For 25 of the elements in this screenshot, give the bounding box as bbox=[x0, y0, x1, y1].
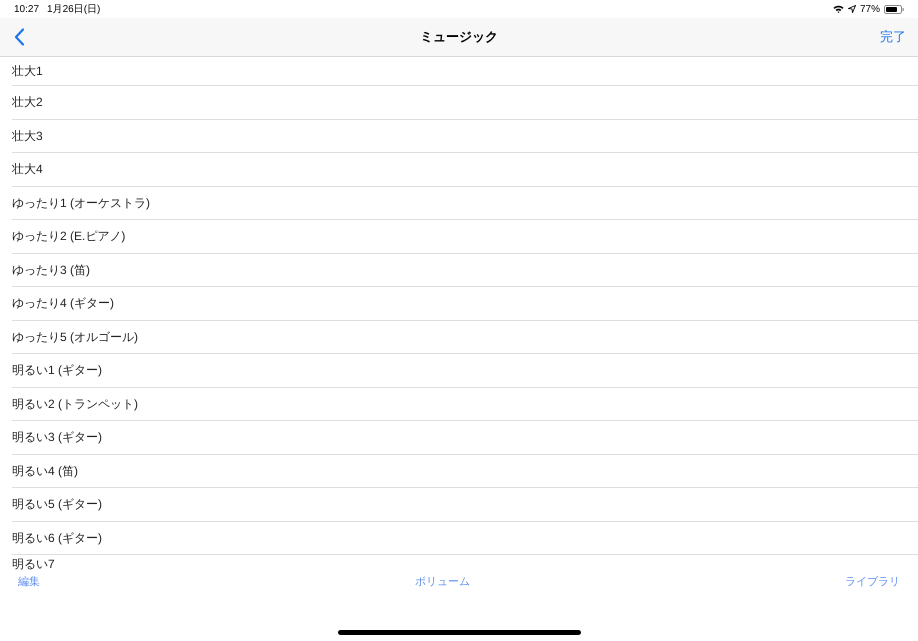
list-item[interactable]: 明るい5 (ギター) bbox=[12, 495, 102, 514]
list-item[interactable]: 明るい3 (ギター) bbox=[12, 428, 102, 446]
battery-icon bbox=[884, 4, 904, 14]
list-item[interactable]: 壮大4 bbox=[12, 160, 43, 178]
wifi-icon bbox=[832, 5, 844, 13]
list-item[interactable]: ゆったり3 (笛) bbox=[12, 260, 90, 279]
list-item[interactable]: ゆったり5 (オルゴール) bbox=[12, 328, 138, 346]
list-item[interactable]: ゆったり1 (オーケストラ) bbox=[12, 194, 150, 212]
list-item[interactable]: 壮大3 bbox=[12, 126, 43, 145]
list-item[interactable]: 明るい6 (ギター) bbox=[12, 528, 102, 547]
done-button[interactable]: 完了 bbox=[880, 27, 906, 47]
list-item[interactable]: 明るい7 bbox=[12, 554, 55, 572]
back-chevron-icon bbox=[14, 28, 25, 46]
battery-percent: 77% bbox=[860, 2, 880, 16]
list-item[interactable]: ゆったり4 (ギター) bbox=[12, 294, 114, 312]
list-item[interactable]: 壮大1 bbox=[12, 62, 43, 80]
status-date: 1月26日(日) bbox=[47, 2, 100, 16]
list-item[interactable]: 壮大2 bbox=[12, 93, 43, 112]
nav-title: ミュージック bbox=[420, 28, 498, 46]
list-item[interactable]: 明るい1 (ギター) bbox=[12, 361, 102, 380]
location-arrow-icon bbox=[848, 5, 856, 13]
list-item[interactable]: 明るい4 (笛) bbox=[12, 462, 78, 480]
status-time: 10:27 bbox=[14, 2, 40, 16]
list-item[interactable]: ゆったり2 (E.ピアノ) bbox=[12, 227, 126, 246]
list-item[interactable]: 明るい2 (トランペット) bbox=[12, 394, 138, 413]
